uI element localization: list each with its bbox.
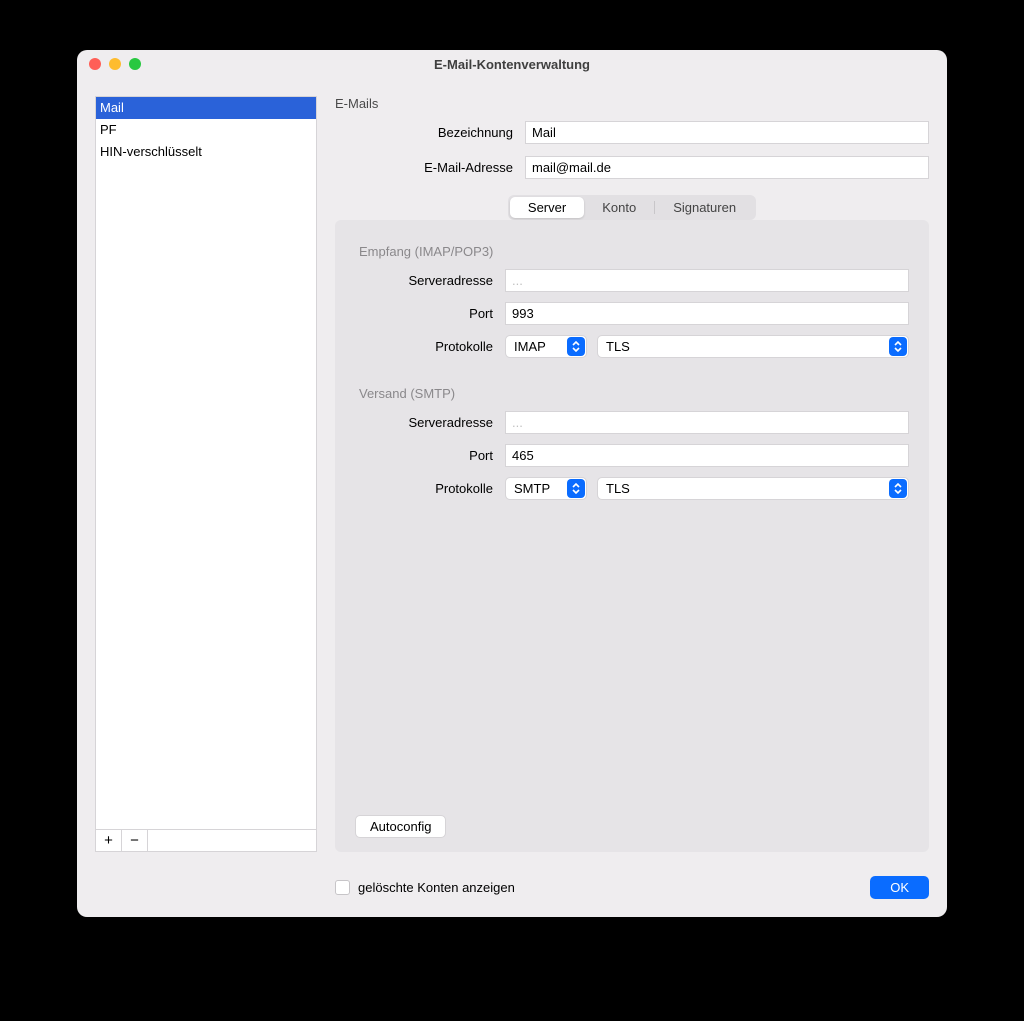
outgoing-encryption-select[interactable]: TLS (597, 477, 909, 500)
incoming-protocol-selects: IMAP TLS (505, 335, 909, 358)
updown-chevron-icon (889, 479, 907, 498)
account-list-toolbar: + − (95, 830, 317, 852)
incoming-protokolle-row: Protokolle IMAP TLS (355, 335, 909, 358)
updown-chevron-icon (889, 337, 907, 356)
main-panel: E-Mails Bezeichnung E-Mail-Adresse Serve… (335, 96, 929, 852)
account-list-toolbar-spacer (148, 830, 316, 851)
settings-tabbar: Server Konto Signaturen (508, 195, 756, 220)
updown-chevron-icon (567, 337, 585, 356)
sidebar: Mail PF HIN-verschlüsselt + − (95, 96, 317, 852)
outgoing-serveradresse-label: Serveradresse (355, 415, 505, 430)
emails-section-heading: E-Mails (335, 96, 929, 111)
bezeichnung-input[interactable] (525, 121, 929, 144)
incoming-serveradresse-input[interactable] (505, 269, 909, 292)
incoming-port-label: Port (355, 306, 505, 321)
updown-chevron-icon (567, 479, 585, 498)
incoming-heading: Empfang (IMAP/POP3) (359, 244, 909, 259)
tab-server[interactable]: Server (510, 197, 584, 218)
email-account-manager-window: E-Mail-Kontenverwaltung Mail PF HIN-vers… (77, 50, 947, 917)
bezeichnung-label: Bezeichnung (335, 125, 525, 140)
window-title: E-Mail-Kontenverwaltung (77, 57, 947, 72)
show-deleted-label: gelöschte Konten anzeigen (358, 880, 515, 895)
tab-signaturen[interactable]: Signaturen (655, 197, 754, 218)
outgoing-protocol-selects: SMTP TLS (505, 477, 909, 500)
outgoing-protocol-select[interactable]: SMTP (505, 477, 587, 500)
window-content: Mail PF HIN-verschlüsselt + − E-Mails Be… (77, 78, 947, 864)
incoming-protocol-value: IMAP (514, 339, 546, 354)
outgoing-port-input[interactable] (505, 444, 909, 467)
incoming-port-input[interactable] (505, 302, 909, 325)
outgoing-port-row: Port (355, 444, 909, 467)
remove-account-button[interactable]: − (122, 830, 148, 851)
tabbar-container: Server Konto Signaturen (335, 195, 929, 220)
email-adresse-label: E-Mail-Adresse (335, 160, 525, 175)
tab-konto[interactable]: Konto (584, 197, 654, 218)
window-titlebar: E-Mail-Kontenverwaltung (77, 50, 947, 78)
incoming-protokolle-label: Protokolle (355, 339, 505, 354)
window-footer: gelöschte Konten anzeigen OK (77, 864, 947, 917)
incoming-encryption-value: TLS (606, 339, 630, 354)
account-list[interactable]: Mail PF HIN-verschlüsselt (95, 96, 317, 830)
autoconfig-button[interactable]: Autoconfig (355, 815, 446, 838)
minimize-window-button[interactable] (109, 58, 121, 70)
outgoing-protokolle-label: Protokolle (355, 481, 505, 496)
outgoing-encryption-value: TLS (606, 481, 630, 496)
incoming-encryption-select[interactable]: TLS (597, 335, 909, 358)
email-adresse-row: E-Mail-Adresse (335, 156, 929, 179)
server-settings-panel: Empfang (IMAP/POP3) Serveradresse Port P… (335, 220, 929, 852)
outgoing-protokolle-row: Protokolle SMTP TLS (355, 477, 909, 500)
ok-button[interactable]: OK (870, 876, 929, 899)
show-deleted-checkbox-wrap: gelöschte Konten anzeigen (335, 880, 515, 895)
incoming-serveradresse-row: Serveradresse (355, 269, 909, 292)
close-window-button[interactable] (89, 58, 101, 70)
show-deleted-checkbox[interactable] (335, 880, 350, 895)
incoming-serveradresse-label: Serveradresse (355, 273, 505, 288)
outgoing-port-label: Port (355, 448, 505, 463)
account-list-item[interactable]: HIN-verschlüsselt (96, 141, 316, 163)
incoming-port-row: Port (355, 302, 909, 325)
window-controls (89, 58, 141, 70)
account-list-item[interactable]: Mail (96, 97, 316, 119)
outgoing-heading: Versand (SMTP) (359, 386, 909, 401)
outgoing-serveradresse-input[interactable] (505, 411, 909, 434)
outgoing-serveradresse-row: Serveradresse (355, 411, 909, 434)
incoming-protocol-select[interactable]: IMAP (505, 335, 587, 358)
zoom-window-button[interactable] (129, 58, 141, 70)
bezeichnung-row: Bezeichnung (335, 121, 929, 144)
account-list-item[interactable]: PF (96, 119, 316, 141)
outgoing-protocol-value: SMTP (514, 481, 550, 496)
add-account-button[interactable]: + (96, 830, 122, 851)
email-adresse-input[interactable] (525, 156, 929, 179)
